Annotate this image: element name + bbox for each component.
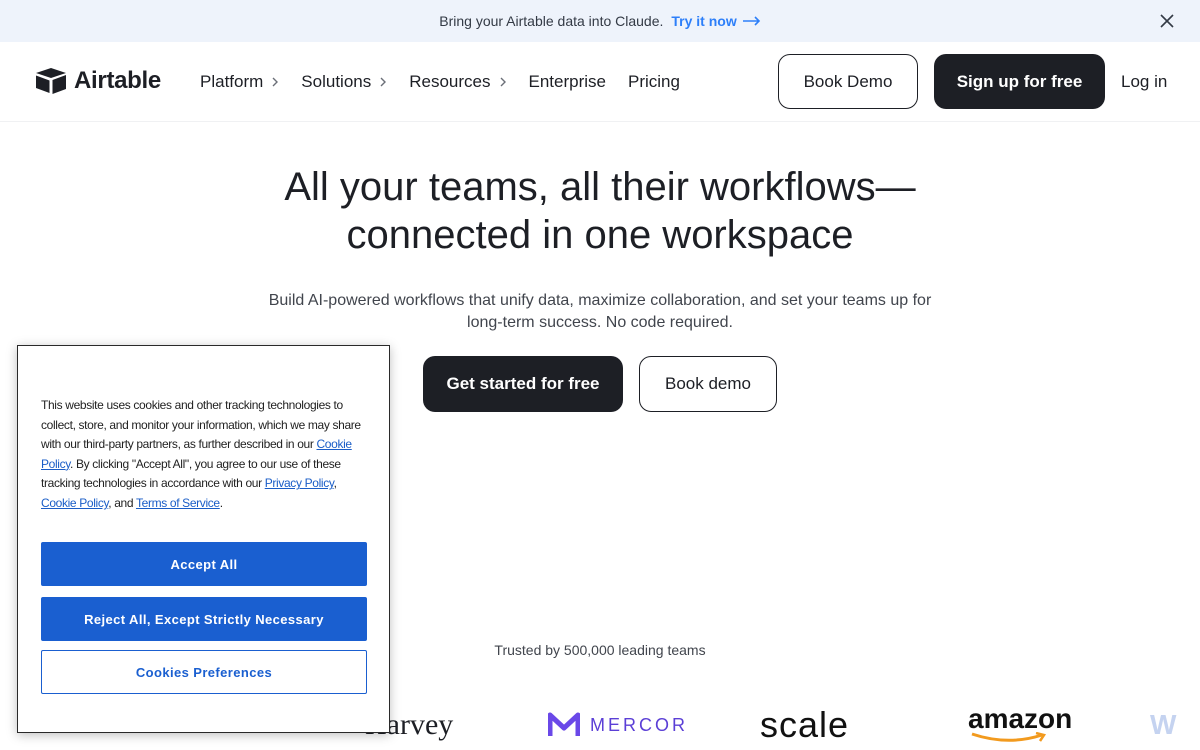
cookie-text-part: . (219, 495, 223, 510)
privacy-policy-link[interactable]: Privacy Policy (265, 476, 334, 490)
hero-title-line-1: All your teams, all their workflows— (284, 165, 916, 209)
nav-links: Platform Solutions Resources Enterprise … (200, 42, 680, 122)
nav-item-platform[interactable]: Platform (200, 72, 279, 92)
reject-all-button[interactable]: Reject All, Except Strictly Necessary (41, 597, 367, 641)
log-in-link[interactable]: Log in (1121, 72, 1167, 92)
cookie-text-part: , and (108, 495, 136, 510)
nav-item-solutions[interactable]: Solutions (301, 72, 387, 92)
mercor-mark-icon (548, 712, 580, 736)
hero-title: All your teams, all their workflows— con… (0, 163, 1200, 259)
nav-item-resources[interactable]: Resources (409, 72, 506, 92)
amazon-smile-icon (971, 732, 1047, 742)
try-it-now-link[interactable]: Try it now (671, 13, 760, 29)
nav-item-label: Resources (409, 72, 491, 91)
close-icon[interactable] (1160, 14, 1174, 28)
book-demo-hero-button[interactable]: Book demo (639, 356, 777, 412)
nav-item-enterprise[interactable]: Enterprise (529, 72, 606, 92)
customer-logo-partial-w: W (1150, 709, 1177, 740)
cookie-preferences-button[interactable]: Cookies Preferences (41, 650, 367, 694)
get-started-button[interactable]: Get started for free (423, 356, 623, 412)
hero-subtitle: Build AI-powered workflows that unify da… (240, 290, 960, 334)
announcement-message: Bring your Airtable data into Claude. (439, 13, 664, 29)
chevron-right-icon (380, 77, 387, 87)
chevron-right-icon (272, 77, 279, 87)
accept-all-button[interactable]: Accept All (41, 542, 367, 586)
cookie-notice-text: This website uses cookies and other trac… (41, 396, 371, 514)
terms-of-service-link[interactable]: Terms of Service (136, 496, 220, 510)
nav-item-label: Pricing (627, 72, 680, 91)
announcement-bar: Bring your Airtable data into Claude. Tr… (0, 0, 1200, 42)
customer-logo-amazon: amazon (968, 700, 1072, 750)
arrow-right-icon (742, 16, 760, 26)
amazon-wordmark: amazon (968, 703, 1073, 734)
chevron-right-icon (500, 77, 506, 87)
book-demo-button[interactable]: Book Demo (778, 54, 918, 109)
nav-item-label: Platform (200, 72, 264, 91)
airtable-logo[interactable]: Airtable (34, 66, 161, 96)
airtable-logo-icon (36, 68, 66, 94)
nav-item-label: Solutions (301, 72, 372, 91)
customer-logo-mercor: MERCOR (548, 700, 688, 750)
hero-subtitle-line-2: long-term success. No code required. (467, 314, 733, 331)
try-it-now-label: Try it now (671, 13, 737, 29)
customer-logo-scale: scale (760, 704, 850, 745)
nav-item-pricing[interactable]: Pricing (628, 72, 680, 92)
cookie-policy-link-2[interactable]: Cookie Policy (41, 496, 109, 510)
hero-title-line-2: connected in one workspace (346, 213, 854, 257)
logo-text: Airtable (74, 67, 161, 94)
main-nav: Airtable Platform Solutions Resources En… (0, 42, 1200, 122)
nav-item-label: Enterprise (528, 72, 606, 91)
sign-up-button[interactable]: Sign up for free (934, 54, 1105, 109)
cookie-text-part: , (333, 476, 337, 491)
cookie-banner: This website uses cookies and other trac… (17, 345, 390, 733)
cookie-text-part: This website uses cookies and other trac… (41, 398, 361, 452)
mercor-wordmark: MERCOR (590, 714, 688, 735)
hero-subtitle-line-1: Build AI-powered workflows that unify da… (268, 292, 932, 309)
